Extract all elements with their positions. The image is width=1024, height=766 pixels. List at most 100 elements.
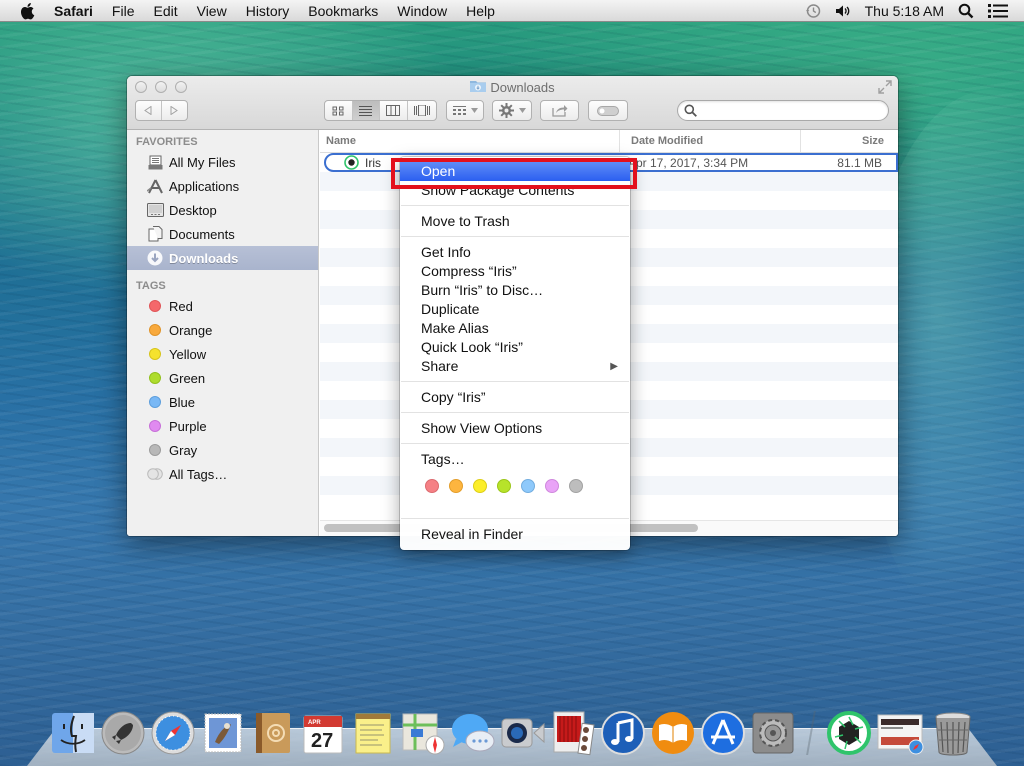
dock-ibooks[interactable] [650,710,696,756]
menu-file[interactable]: File [112,3,135,19]
sidebar-item-applications[interactable]: Applications [127,174,318,198]
menu-item-burn-to-disc[interactable]: Burn “Iris” to Disc… [400,281,630,300]
menu-edit[interactable]: Edit [153,3,177,19]
sidebar-tag-red[interactable]: Red [127,294,318,318]
sidebar-tag-purple[interactable]: Purple [127,414,318,438]
dock-finder[interactable] [50,710,96,756]
launchpad-rocket-icon [101,711,145,755]
menu-tag-purple[interactable] [545,479,559,493]
dock-safari-window[interactable] [876,710,926,756]
blue-tag-icon [149,396,161,408]
menu-tag-green[interactable] [497,479,511,493]
menu-tag-blue[interactable] [521,479,535,493]
menu-item-copy[interactable]: Copy “Iris” [400,388,630,407]
column-size[interactable]: Size [801,130,898,152]
menu-item-reveal-in-finder[interactable]: Reveal in Finder [400,525,630,544]
sidebar-item-all-my-files[interactable]: All My Files [127,150,318,174]
desktop-icon [146,203,164,217]
all-my-files-icon [146,155,164,170]
menu-view[interactable]: View [197,3,227,19]
sidebar-tag-green[interactable]: Green [127,366,318,390]
dock-system-preferences[interactable] [750,710,796,756]
sidebar-tag-gray[interactable]: Gray [127,438,318,462]
column-name[interactable]: Name [320,130,620,152]
column-view-icon [386,105,401,116]
forward-button[interactable] [162,101,187,120]
menu-item-get-info[interactable]: Get Info [400,243,630,262]
sidebar-tag-orange[interactable]: Orange [127,318,318,342]
menu-item-quick-look[interactable]: Quick Look “Iris” [400,338,630,357]
dock-safari[interactable] [150,710,196,756]
menu-item-share[interactable]: Share ▶ [400,357,630,376]
column-view-button[interactable] [380,101,408,120]
spotlight-search-icon[interactable] [958,3,974,19]
iris-app-icon [344,155,359,170]
volume-icon[interactable] [835,4,851,18]
dock-app-store[interactable] [700,710,746,756]
menu-item-move-to-trash[interactable]: Move to Trash [400,212,630,231]
green-tag-icon [149,372,161,384]
menu-tag-gray[interactable] [569,479,583,493]
dock-notes[interactable] [350,710,396,756]
menu-item-open[interactable]: Open [400,162,630,181]
sidebar-item-desktop[interactable]: Desktop [127,198,318,222]
gear-icon [498,103,514,118]
menu-item-show-view-options[interactable]: Show View Options [400,419,630,438]
dock-photo-booth[interactable] [550,710,596,756]
dock-calendar[interactable]: APR 27 [300,710,346,756]
messages-bubbles-icon [452,714,495,752]
search-input[interactable] [701,103,888,118]
sidebar-item-documents[interactable]: Documents [127,222,318,246]
search-field[interactable] [677,100,889,121]
edit-tags-button[interactable] [588,100,628,121]
menu-item-duplicate[interactable]: Duplicate [400,300,630,319]
menu-item-show-package-contents[interactable]: Show Package Contents [400,181,630,200]
window-titlebar[interactable]: Downloads [127,76,898,130]
menu-tag-yellow[interactable] [473,479,487,493]
sidebar-item-downloads[interactable]: Downloads [127,246,318,270]
dock-contacts[interactable] [250,710,296,756]
menu-help[interactable]: Help [466,3,495,19]
sidebar-tag-yellow[interactable]: Yellow [127,342,318,366]
menu-tag-red[interactable] [425,479,439,493]
icon-view-button[interactable] [325,101,353,120]
dock-iris[interactable] [826,710,872,756]
nav-buttons [135,100,188,121]
menu-window[interactable]: Window [397,3,447,19]
submenu-arrow-icon: ▶ [610,361,618,372]
file-size: 81.1 MB [837,155,882,170]
window-title: Downloads [127,79,898,95]
dock-maps[interactable] [400,710,446,756]
clock[interactable]: Thu 5:18 AM [865,3,944,19]
menu-safari[interactable]: Safari [54,3,93,19]
all-tags-icon [146,468,164,480]
menu-bookmarks[interactable]: Bookmarks [308,3,378,19]
dock-mail[interactable] [200,710,246,756]
apple-menu-icon[interactable] [20,2,38,20]
fullscreen-icon[interactable] [878,80,892,97]
dock-facetime[interactable] [500,710,546,756]
downloads-icon [146,250,164,266]
share-button[interactable] [540,100,579,121]
time-machine-icon[interactable] [805,3,821,19]
menu-item-make-alias[interactable]: Make Alias [400,319,630,338]
back-button[interactable] [136,101,162,120]
dock-trash[interactable] [930,710,976,756]
notification-center-icon[interactable] [988,4,1008,18]
menu-history[interactable]: History [246,3,290,19]
dock-launchpad[interactable] [100,710,146,756]
menu-item-compress[interactable]: Compress “Iris” [400,262,630,281]
forward-arrow-icon [170,106,179,115]
back-arrow-icon [144,106,152,115]
cover-flow-button[interactable] [408,101,436,120]
menu-item-tags[interactable]: Tags… [400,450,630,469]
action-button[interactable] [492,100,532,121]
sidebar-all-tags[interactable]: All Tags… [127,462,318,486]
dock-messages[interactable] [450,710,496,756]
menu-tag-orange[interactable] [449,479,463,493]
dock-itunes[interactable] [600,710,646,756]
column-date-modified[interactable]: Date Modified [620,130,801,152]
sidebar-tag-blue[interactable]: Blue [127,390,318,414]
arrange-button[interactable] [446,100,484,121]
list-view-button[interactable] [352,101,381,120]
